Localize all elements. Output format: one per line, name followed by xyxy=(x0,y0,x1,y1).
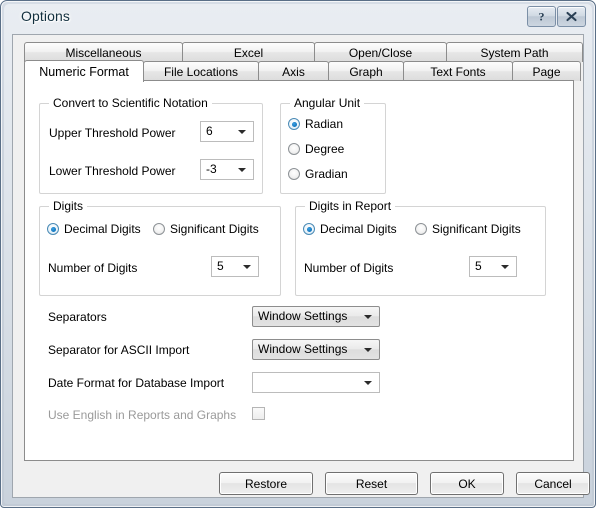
tab-label: System Path xyxy=(480,45,549,60)
radio-label: Decimal Digits xyxy=(64,222,141,236)
tab-label: Miscellaneous xyxy=(65,45,142,60)
tab-graph[interactable]: Graph xyxy=(328,61,404,81)
button-label: Restore xyxy=(244,476,288,491)
combo-value: 5 xyxy=(475,259,482,273)
radio-report-significant[interactable]: Significant Digits xyxy=(415,222,521,236)
tab-panel-numeric-format: Convert to Scientific Notation Upper Thr… xyxy=(24,80,574,461)
tab-label: Page xyxy=(532,64,561,79)
group-convert-to-scientific-notation: Convert to Scientific Notation xyxy=(39,96,263,194)
dialog-background: Miscellaneous Excel Open/Close System Pa… xyxy=(13,35,590,497)
lower-threshold-power-label: Lower Threshold Power xyxy=(49,164,176,178)
close-icon[interactable] xyxy=(557,6,586,27)
tab-control: Miscellaneous Excel Open/Close System Pa… xyxy=(24,42,583,461)
lower-threshold-power-combo[interactable]: -3 xyxy=(200,159,254,180)
radio-indicator xyxy=(153,223,165,235)
combo-value: 5 xyxy=(217,259,224,273)
title-bar[interactable]: Options ? xyxy=(4,4,592,31)
button-label: Reset xyxy=(355,476,388,491)
radio-radian[interactable]: Radian xyxy=(288,117,343,131)
ascii-separator-label: Separator for ASCII Import xyxy=(48,343,190,357)
ok-button[interactable]: OK xyxy=(430,472,504,495)
radio-indicator xyxy=(415,223,427,235)
button-label: OK xyxy=(458,476,476,491)
tab-label: Text Fonts xyxy=(430,64,486,79)
radio-label: Decimal Digits xyxy=(320,222,397,236)
group-label: Digits xyxy=(49,199,88,213)
options-dialog-window: Options ? Miscellaneous Excel Open/Close… xyxy=(0,0,596,508)
separators-label: Separators xyxy=(48,310,107,324)
chevron-down-icon xyxy=(364,315,372,319)
svg-text:?: ? xyxy=(539,10,545,23)
tab-text-fonts[interactable]: Text Fonts xyxy=(403,61,513,81)
dialog-client-area: Miscellaneous Excel Open/Close System Pa… xyxy=(12,34,590,498)
combo-value: Window Settings xyxy=(258,309,348,323)
group-label: Convert to Scientific Notation xyxy=(49,96,212,110)
chevron-down-icon xyxy=(364,348,372,352)
use-english-label: Use English in Reports and Graphs xyxy=(48,408,237,422)
group-label: Digits in Report xyxy=(305,199,396,213)
radio-label: Radian xyxy=(305,117,344,131)
upper-threshold-power-label: Upper Threshold Power xyxy=(49,126,176,140)
tab-label: Excel xyxy=(233,45,264,60)
cancel-button[interactable]: Cancel xyxy=(516,472,590,495)
window-title: Options xyxy=(21,8,70,24)
tab-label: Graph xyxy=(349,64,383,79)
tab-miscellaneous[interactable]: Miscellaneous xyxy=(24,42,183,62)
radio-indicator xyxy=(47,223,59,235)
tab-excel[interactable]: Excel xyxy=(182,42,315,62)
tab-axis[interactable]: Axis xyxy=(258,61,329,81)
radio-digits-significant[interactable]: Significant Digits xyxy=(153,222,259,236)
group-digits: Digits xyxy=(39,199,281,296)
tab-file-locations[interactable]: File Locations xyxy=(143,61,259,81)
radio-report-decimal[interactable]: Decimal Digits xyxy=(303,222,397,236)
radio-label: Significant Digits xyxy=(432,222,521,236)
radio-digits-decimal[interactable]: Decimal Digits xyxy=(47,222,141,236)
tab-row-top: Miscellaneous Excel Open/Close System Pa… xyxy=(24,42,583,62)
window-inner: Options ? Miscellaneous Excel Open/Close… xyxy=(4,4,592,504)
caption-button-group: ? xyxy=(526,6,586,27)
chevron-down-icon xyxy=(238,168,246,172)
radio-indicator xyxy=(288,118,300,130)
ascii-separator-combo[interactable]: Window Settings xyxy=(252,339,380,360)
help-icon[interactable]: ? xyxy=(527,6,556,27)
tab-label: Numeric Format xyxy=(39,64,129,79)
button-label: Cancel xyxy=(534,476,572,491)
date-format-label: Date Format for Database Import xyxy=(48,376,225,390)
radio-degree[interactable]: Degree xyxy=(288,142,344,156)
use-english-checkbox[interactable] xyxy=(252,407,265,420)
radio-label: Significant Digits xyxy=(170,222,259,236)
separators-combo[interactable]: Window Settings xyxy=(252,306,380,327)
chevron-down-icon xyxy=(501,265,509,269)
upper-threshold-power-combo[interactable]: 6 xyxy=(200,121,254,142)
report-number-combo[interactable]: 5 xyxy=(469,256,517,277)
group-label: Angular Unit xyxy=(290,96,365,110)
tab-page[interactable]: Page xyxy=(512,61,581,81)
radio-indicator xyxy=(303,223,315,235)
radio-indicator xyxy=(288,143,300,155)
group-digits-in-report: Digits in Report xyxy=(295,199,546,296)
radio-label: Gradian xyxy=(305,167,348,181)
tab-label: Axis xyxy=(282,64,305,79)
chevron-down-icon xyxy=(238,130,246,134)
chevron-down-icon xyxy=(243,265,251,269)
combo-value: Window Settings xyxy=(258,342,348,356)
restore-button[interactable]: Restore xyxy=(219,472,313,495)
tab-numeric-format[interactable]: Numeric Format xyxy=(24,60,144,82)
radio-gradian[interactable]: Gradian xyxy=(288,167,348,181)
combo-value: 6 xyxy=(206,124,213,138)
chevron-down-icon xyxy=(364,381,372,385)
digits-number-combo[interactable]: 5 xyxy=(211,256,259,277)
tab-label: File Locations xyxy=(163,64,239,79)
radio-label: Degree xyxy=(305,142,345,156)
tab-label: Open/Close xyxy=(348,45,413,60)
date-format-combo[interactable] xyxy=(252,372,380,393)
report-number-label: Number of Digits xyxy=(304,261,394,275)
reset-button[interactable]: Reset xyxy=(325,472,418,495)
radio-indicator xyxy=(288,168,300,180)
digits-number-label: Number of Digits xyxy=(48,261,138,275)
combo-value: -3 xyxy=(206,162,217,176)
tab-open-close[interactable]: Open/Close xyxy=(314,42,447,62)
tab-row-bottom: Numeric Format File Locations Axis Graph xyxy=(24,60,581,82)
tab-system-path[interactable]: System Path xyxy=(446,42,583,62)
